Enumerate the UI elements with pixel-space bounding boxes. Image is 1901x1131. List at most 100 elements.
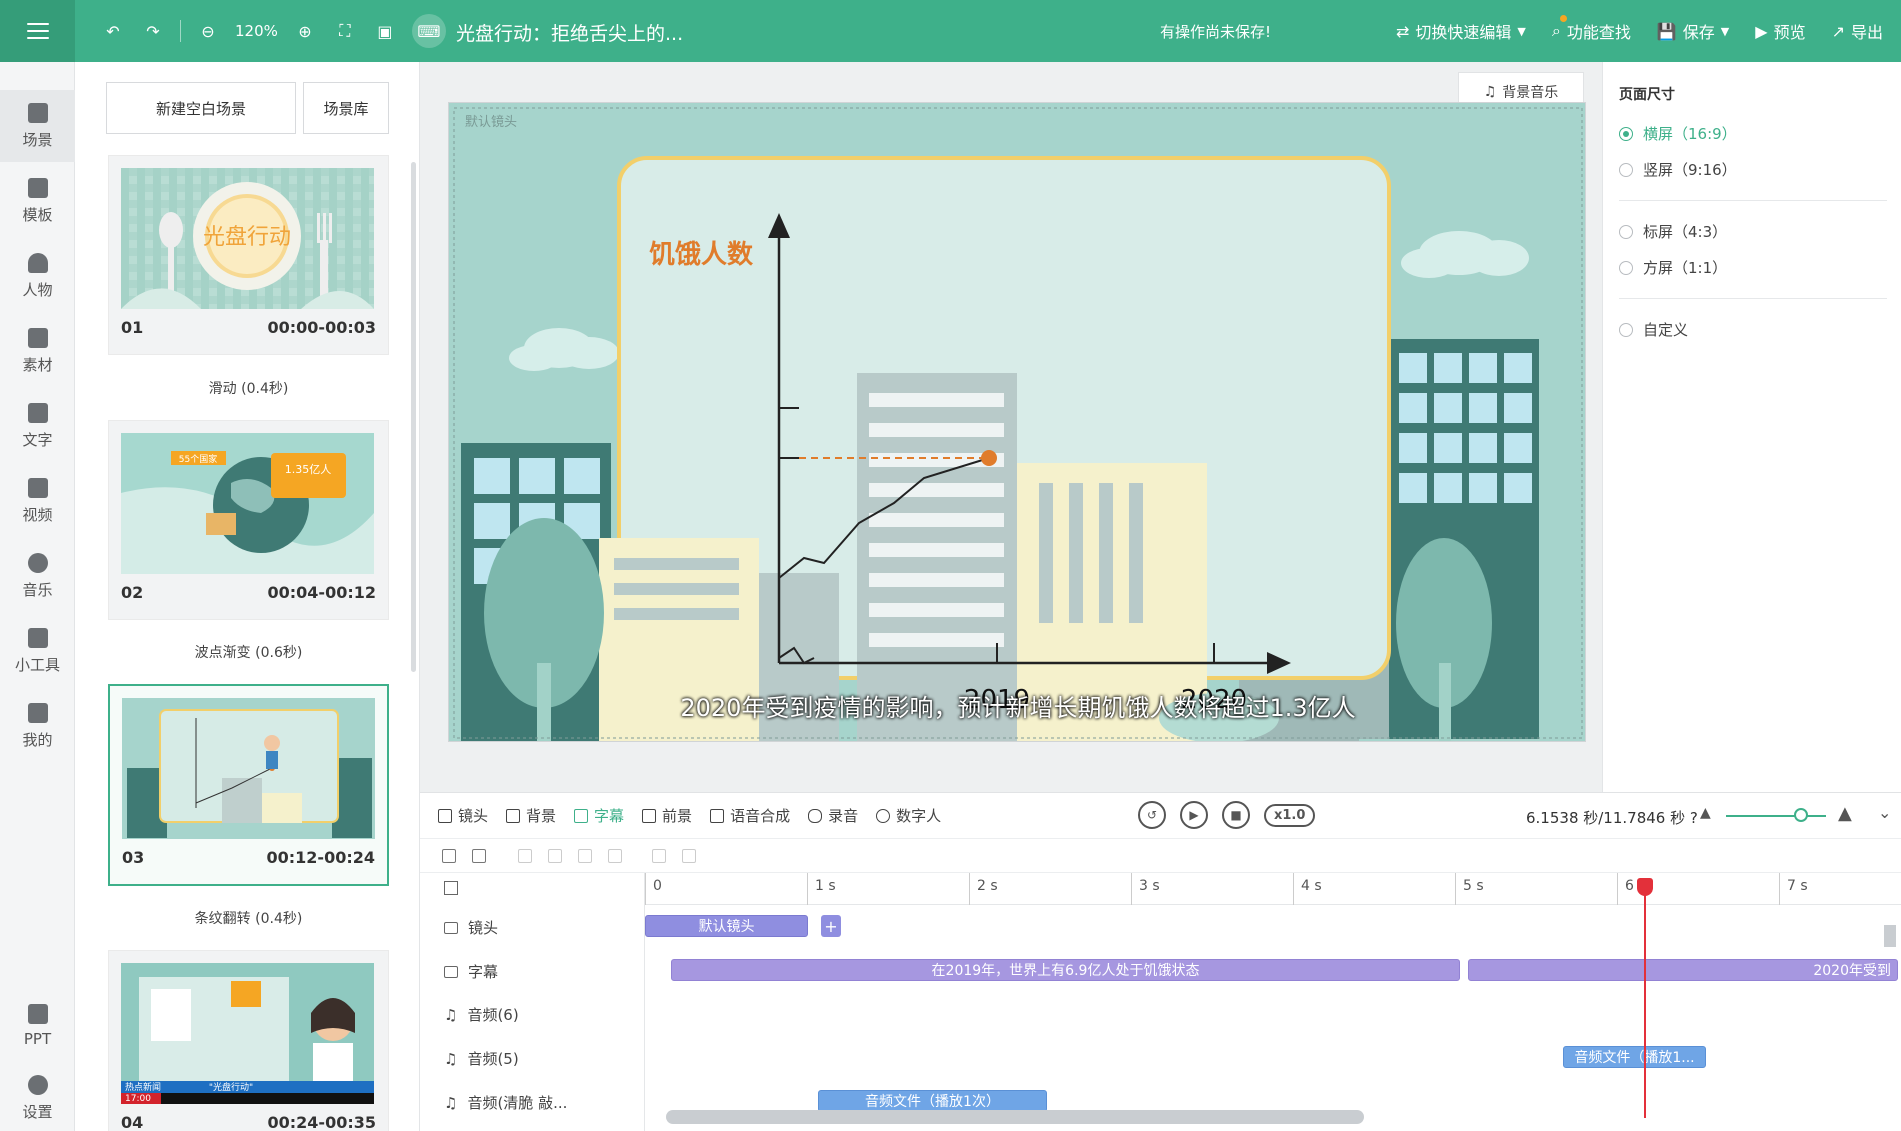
zoom-in-mountain-icon[interactable]: ▲ (1838, 803, 1852, 824)
subtitle-text[interactable]: 2020年受到疫情的影响，预计新增长期饥饿人数将超过1.3亿人 (449, 688, 1585, 723)
redo-icon[interactable]: ↷ (140, 18, 166, 44)
audio-clip[interactable]: 音频文件（播放1次） (818, 1090, 1047, 1112)
timeline-vscrollbar[interactable] (1884, 925, 1896, 947)
align-right-icon[interactable] (578, 849, 592, 863)
track-lens[interactable]: 镜头 (444, 917, 498, 938)
rail-item-music[interactable]: 音乐 (0, 540, 75, 612)
subtitle-clip[interactable]: 在2019年，世界上有6.9亿人处于饥饿状态 (671, 959, 1460, 981)
option-portrait[interactable]: 竖屏（9:16） (1619, 159, 1737, 180)
scene-card-01[interactable]: 光盘行动 01 00:00-00:03 (108, 155, 389, 355)
rail-item-templates[interactable]: 模板 (0, 165, 75, 237)
merge-icon[interactable] (682, 849, 696, 863)
lens-clip[interactable]: 默认镜头 (645, 915, 808, 937)
materials-icon (27, 327, 48, 348)
rail-label: 文字 (22, 430, 53, 449)
rail-item-mine[interactable]: 我的 (0, 690, 75, 762)
document-title[interactable]: 光盘行动：拒绝舌尖上的... (456, 19, 683, 46)
transition-label[interactable]: 条纹翻转 (0.4秒) (108, 908, 389, 928)
scene-card-02[interactable]: 55个国家 1.35亿人 02 00:04-00:12 (108, 420, 389, 620)
playhead-handle[interactable] (1637, 878, 1653, 896)
preview-button[interactable]: ▶ 预览 (1755, 19, 1805, 43)
group-icon[interactable] (472, 849, 486, 863)
track-audio-5[interactable]: ♫ 音频(5) (444, 1048, 519, 1069)
fit-screen-icon[interactable]: ▣ (372, 18, 398, 44)
chevron-down-icon[interactable]: ▼ (1721, 25, 1729, 38)
tab-lens[interactable]: 镜头 (438, 805, 488, 826)
audio-clip[interactable]: 音频文件（播放1... (1563, 1046, 1706, 1068)
align-left-icon[interactable] (518, 849, 532, 863)
stop-icon[interactable]: ■ (1222, 801, 1250, 829)
tab-foreground[interactable]: 前景 (642, 805, 692, 826)
help-icon[interactable]: ? (1690, 809, 1698, 827)
quick-edit-button[interactable]: ⇄ 切换快速编辑 ▼ (1396, 19, 1526, 43)
transition-label[interactable]: 波点渐变 (0.6秒) (108, 642, 389, 662)
add-lens-button[interactable]: + (821, 915, 841, 937)
stage-canvas[interactable]: 饥饿人数 2019 2020 默认镜头 2020年受到疫情的影响，预计新增长期饥… (448, 102, 1586, 742)
split-icon[interactable] (652, 849, 666, 863)
fullscreen-icon[interactable]: ⛶ (332, 18, 358, 44)
rail-item-text[interactable]: 文字 (0, 390, 75, 462)
rail-item-ppt[interactable]: PPT (0, 990, 75, 1062)
rail-item-video[interactable]: 视频 (0, 465, 75, 537)
option-standard[interactable]: 标屏（4:3） (1619, 221, 1727, 242)
new-blank-scene-button[interactable]: 新建空白场景 (106, 82, 296, 134)
replay-icon[interactable]: ↺ (1138, 801, 1166, 829)
keyboard-icon[interactable]: ⌨ (411, 14, 446, 48)
menu-button[interactable] (0, 0, 75, 62)
rail-item-characters[interactable]: 人物 (0, 240, 75, 312)
layout-icon[interactable] (444, 881, 458, 895)
slider-knob[interactable] (1794, 808, 1808, 822)
option-square[interactable]: 方屏（1:1） (1619, 257, 1727, 278)
feature-search-button[interactable]: ⌕ 功能查找 (1552, 15, 1631, 43)
rail-item-tools[interactable]: 小工具 (0, 615, 75, 687)
play-icon[interactable]: ▶ (1180, 801, 1208, 829)
zoom-in-icon[interactable]: ⊕ (292, 18, 318, 44)
scene-library-button[interactable]: 场景库 (303, 82, 389, 134)
timeline-hscrollbar[interactable] (666, 1110, 1364, 1124)
track-audio-click[interactable]: ♫ 音频(清脆 敲... (444, 1092, 567, 1113)
undo-icon[interactable]: ↶ (100, 18, 126, 44)
subtitle-clip[interactable]: 2020年受到 (1468, 959, 1898, 981)
ppt-icon (27, 1004, 48, 1024)
scene-card-04[interactable]: 热点新闻 "光盘行动" 17:00 04 00:24-00:35 (108, 950, 389, 1131)
option-custom[interactable]: 自定义 (1619, 319, 1688, 340)
scenes-scrollbar[interactable] (411, 162, 416, 672)
save-button[interactable]: 💾 保存 ▼ (1657, 19, 1729, 43)
timeline-zoom-slider[interactable] (1726, 808, 1826, 822)
track-audio-6[interactable]: ♫ 音频(6) (444, 1004, 519, 1025)
option-landscape[interactable]: 横屏（16:9） (1619, 123, 1737, 144)
time-ruler[interactable]: 0 1 s 2 s 3 s 4 s 5 s 6 7 s (645, 873, 1901, 905)
rail-item-scenes[interactable]: 场景 (0, 90, 75, 162)
tab-record[interactable]: 录音 (808, 805, 858, 826)
scene-card-03[interactable]: 03 00:12-00:24 (108, 684, 389, 886)
radio-icon (1619, 126, 1633, 141)
toolbox-icon (27, 627, 48, 648)
rail-item-settings[interactable]: 设置 (0, 1062, 75, 1131)
transition-label[interactable]: 滑动 (0.4秒) (108, 378, 389, 398)
option-label: 自定义 (1643, 321, 1689, 339)
collapse-icon[interactable]: ⌄ (1878, 803, 1891, 822)
tab-subtitle[interactable]: 字幕 (574, 805, 624, 826)
speed-button[interactable]: x1.0 (1264, 803, 1316, 827)
tab-digital-human[interactable]: 数字人 (876, 805, 941, 826)
chart-scene-illustration (122, 698, 375, 839)
chevron-down-icon[interactable]: ▼ (1517, 25, 1525, 38)
zoom-out-mountain-icon[interactable]: ▲ (1700, 805, 1711, 821)
filter-icon[interactable] (442, 849, 456, 863)
ruler-label: 2 s (977, 878, 998, 894)
track-subtitle[interactable]: 字幕 (444, 961, 498, 982)
scenes-panel: 新建空白场景 场景库 光盘行动 01 00:00-00:03 滑动 (0.4秒) (75, 62, 420, 1131)
rail-label: 设置 (22, 1102, 53, 1121)
playhead[interactable] (1644, 878, 1646, 1118)
zoom-out-icon[interactable]: ⊖ (195, 18, 221, 44)
waveform-icon (710, 808, 725, 823)
text-icon (27, 402, 48, 423)
scene-thumbnail (122, 698, 375, 839)
tab-tts[interactable]: 语音合成 (710, 805, 790, 826)
tab-background[interactable]: 背景 (506, 805, 556, 826)
scene-time: 00:00-00:03 (267, 318, 377, 337)
export-button[interactable]: ↗ 导出 (1832, 19, 1883, 43)
align-center-icon[interactable] (548, 849, 562, 863)
distribute-icon[interactable] (608, 849, 622, 863)
rail-item-materials[interactable]: 素材 (0, 315, 75, 387)
